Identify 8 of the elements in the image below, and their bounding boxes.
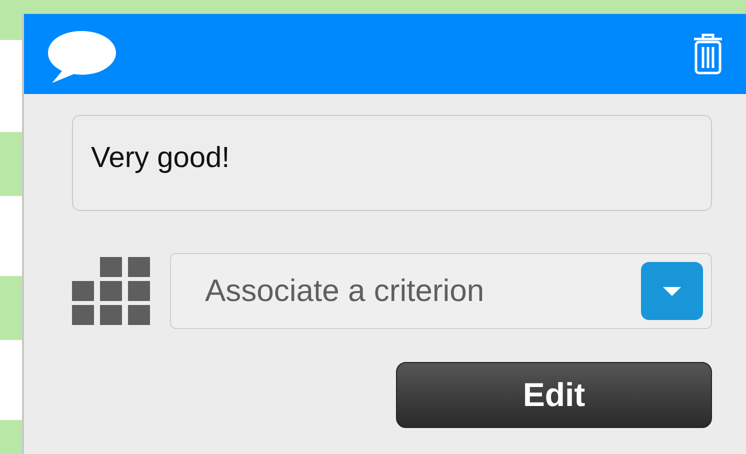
caret-icon xyxy=(663,286,681,296)
trash-icon[interactable] xyxy=(692,33,724,75)
dropdown-button[interactable] xyxy=(641,262,703,320)
criterion-dropdown[interactable]: Associate a criterion xyxy=(170,253,712,329)
edit-button[interactable]: Edit xyxy=(396,362,712,428)
grid-icon xyxy=(72,257,150,325)
comment-field[interactable]: Very good! xyxy=(72,115,712,211)
speech-bubble-icon xyxy=(46,29,118,85)
